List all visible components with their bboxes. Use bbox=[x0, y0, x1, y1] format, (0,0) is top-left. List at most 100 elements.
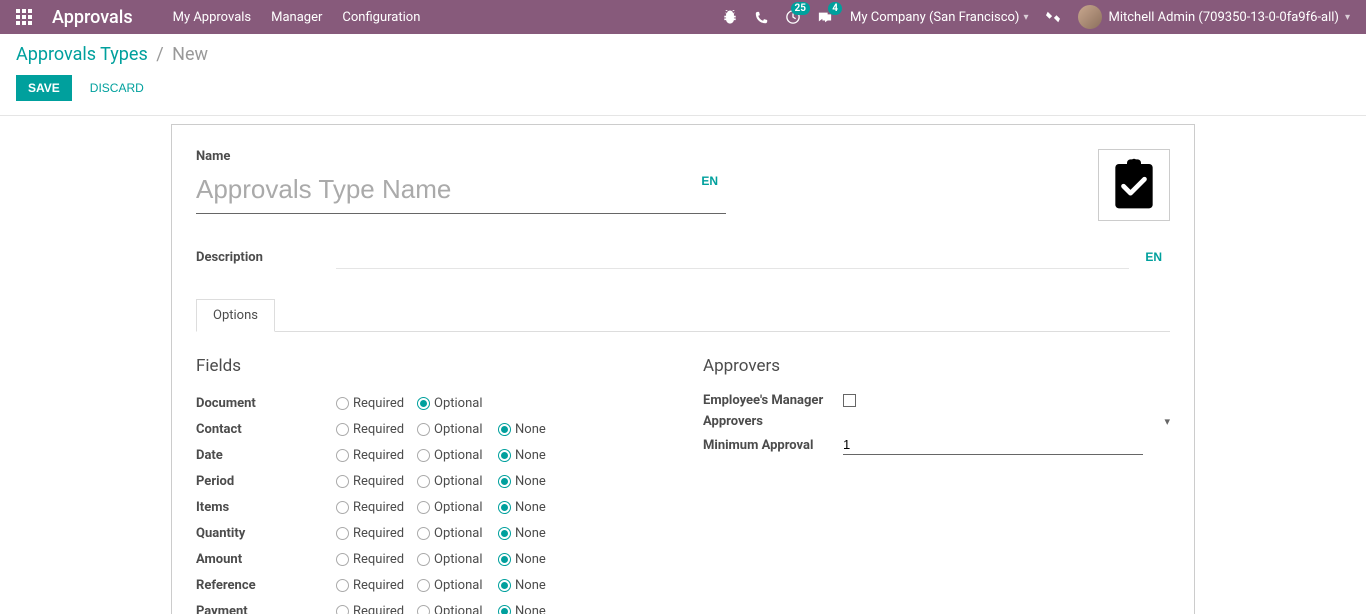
tab-options[interactable]: Options bbox=[196, 299, 275, 332]
radio-none[interactable]: None bbox=[498, 500, 565, 515]
radio-required[interactable]: Required bbox=[336, 604, 403, 614]
tools-icon[interactable] bbox=[1046, 10, 1060, 24]
user-menu[interactable]: Mitchell Admin (709350-13-0-0fa9f6-all) … bbox=[1078, 5, 1350, 29]
radio-circle-icon bbox=[417, 449, 430, 462]
radio-circle-icon bbox=[336, 397, 349, 410]
action-bar: SAVE DISCARD bbox=[0, 69, 1366, 116]
radio-group: Required Optional None bbox=[336, 474, 565, 489]
radio-none[interactable]: None bbox=[498, 448, 565, 463]
radio-none[interactable]: None bbox=[498, 422, 565, 437]
radio-required[interactable]: Required bbox=[336, 396, 403, 411]
radio-none[interactable]: None bbox=[498, 474, 565, 489]
radio-label: None bbox=[515, 500, 565, 515]
radio-circle-icon bbox=[498, 553, 511, 566]
radio-label: Optional bbox=[434, 552, 484, 567]
radio-label: None bbox=[515, 552, 565, 567]
discard-button[interactable]: DISCARD bbox=[80, 75, 154, 101]
radio-required[interactable]: Required bbox=[336, 552, 403, 567]
radio-optional[interactable]: Optional bbox=[417, 526, 484, 541]
radio-label: None bbox=[515, 578, 565, 593]
field-label: Contact bbox=[196, 422, 336, 437]
nav-my-approvals[interactable]: My Approvals bbox=[173, 10, 252, 25]
name-label: Name bbox=[196, 149, 230, 164]
field-label: Items bbox=[196, 500, 336, 515]
chat-icon[interactable]: 4 bbox=[818, 10, 832, 24]
radio-required[interactable]: Required bbox=[336, 500, 403, 515]
min-approval-row: Minimum Approval bbox=[703, 432, 1170, 458]
radio-label: Optional bbox=[434, 448, 484, 463]
radio-required[interactable]: Required bbox=[336, 526, 403, 541]
radio-circle-icon bbox=[417, 475, 430, 488]
radio-circle-icon bbox=[336, 553, 349, 566]
radio-none[interactable]: None bbox=[498, 604, 565, 614]
radio-optional[interactable]: Optional bbox=[417, 448, 484, 463]
company-selector[interactable]: My Company (San Francisco) ▾ bbox=[850, 10, 1028, 25]
top-navbar: Approvals My Approvals Manager Configura… bbox=[0, 0, 1366, 34]
desc-lang-button[interactable]: EN bbox=[1137, 246, 1170, 268]
radio-required[interactable]: Required bbox=[336, 474, 403, 489]
save-button[interactable]: SAVE bbox=[16, 75, 72, 101]
apps-icon[interactable] bbox=[16, 9, 32, 25]
tab-content: Fields DocumentRequiredOptionalContactRe… bbox=[196, 332, 1170, 614]
bug-icon[interactable] bbox=[723, 10, 737, 24]
description-input[interactable] bbox=[336, 245, 1129, 269]
radio-label: None bbox=[515, 422, 565, 437]
radio-circle-icon bbox=[336, 423, 349, 436]
employees-manager-checkbox[interactable] bbox=[843, 394, 856, 407]
radio-group: Required Optional bbox=[336, 396, 484, 411]
chevron-down-icon: ▾ bbox=[1345, 12, 1350, 23]
clipboard-check-icon bbox=[1106, 157, 1162, 213]
radio-optional[interactable]: Optional bbox=[417, 604, 484, 614]
radio-label: Required bbox=[353, 396, 403, 411]
form-sheet: Name EN Description EN Options Fields Do… bbox=[171, 124, 1195, 614]
breadcrumb: Approvals Types / New bbox=[0, 34, 1366, 69]
phone-icon[interactable] bbox=[755, 11, 768, 24]
radio-optional[interactable]: Optional bbox=[417, 578, 484, 593]
radio-label: Optional bbox=[434, 526, 484, 541]
radio-optional[interactable]: Optional bbox=[417, 396, 484, 411]
employees-manager-label: Employee's Manager bbox=[703, 393, 843, 408]
radio-circle-icon bbox=[417, 423, 430, 436]
radio-circle-icon bbox=[417, 527, 430, 540]
field-row: Document Required Optional bbox=[196, 390, 663, 416]
radio-circle-icon bbox=[417, 501, 430, 514]
employees-manager-row: Employee's Manager bbox=[703, 390, 1170, 411]
radio-label: None bbox=[515, 448, 565, 463]
radio-circle-icon bbox=[498, 501, 511, 514]
radio-optional[interactable]: Optional bbox=[417, 552, 484, 567]
radio-label: Optional bbox=[434, 474, 484, 489]
radio-label: Required bbox=[353, 474, 403, 489]
calendar-icon[interactable]: 25 bbox=[786, 10, 800, 24]
radio-optional[interactable]: Optional bbox=[417, 474, 484, 489]
tabs: Options bbox=[196, 299, 1170, 332]
min-approval-input[interactable] bbox=[843, 435, 1143, 455]
name-input[interactable] bbox=[196, 170, 685, 213]
radio-optional[interactable]: Optional bbox=[417, 500, 484, 515]
radio-circle-icon bbox=[336, 501, 349, 514]
content-scroll[interactable]: Name EN Description EN Options Fields Do… bbox=[0, 116, 1366, 614]
field-row: PeriodRequiredOptionalNone bbox=[196, 468, 663, 494]
description-row: Description EN bbox=[196, 245, 1170, 269]
radio-none[interactable]: None bbox=[498, 526, 565, 541]
radio-required[interactable]: Required bbox=[336, 422, 403, 437]
nav-configuration[interactable]: Configuration bbox=[342, 10, 420, 25]
radio-circle-icon bbox=[417, 579, 430, 592]
radio-required[interactable]: Required bbox=[336, 448, 403, 463]
radio-none[interactable]: None bbox=[498, 552, 565, 567]
breadcrumb-parent[interactable]: Approvals Types bbox=[16, 44, 148, 65]
radio-label: Optional bbox=[434, 578, 484, 593]
name-lang-button[interactable]: EN bbox=[693, 170, 726, 192]
radio-none[interactable]: None bbox=[498, 578, 565, 593]
field-label: Document bbox=[196, 396, 336, 411]
approvers-label: Approvers bbox=[703, 414, 843, 429]
radio-circle-icon bbox=[336, 579, 349, 592]
nav-manager[interactable]: Manager bbox=[271, 10, 322, 25]
radio-optional[interactable]: Optional bbox=[417, 422, 484, 437]
image-upload[interactable] bbox=[1098, 149, 1170, 221]
radio-required[interactable]: Required bbox=[336, 578, 403, 593]
radio-circle-icon bbox=[417, 553, 430, 566]
field-row: PaymentRequiredOptionalNone bbox=[196, 598, 663, 614]
approvers-dropdown-trigger[interactable]: ▾ bbox=[1164, 415, 1170, 428]
radio-label: Required bbox=[353, 422, 403, 437]
breadcrumb-current: New bbox=[172, 44, 208, 65]
